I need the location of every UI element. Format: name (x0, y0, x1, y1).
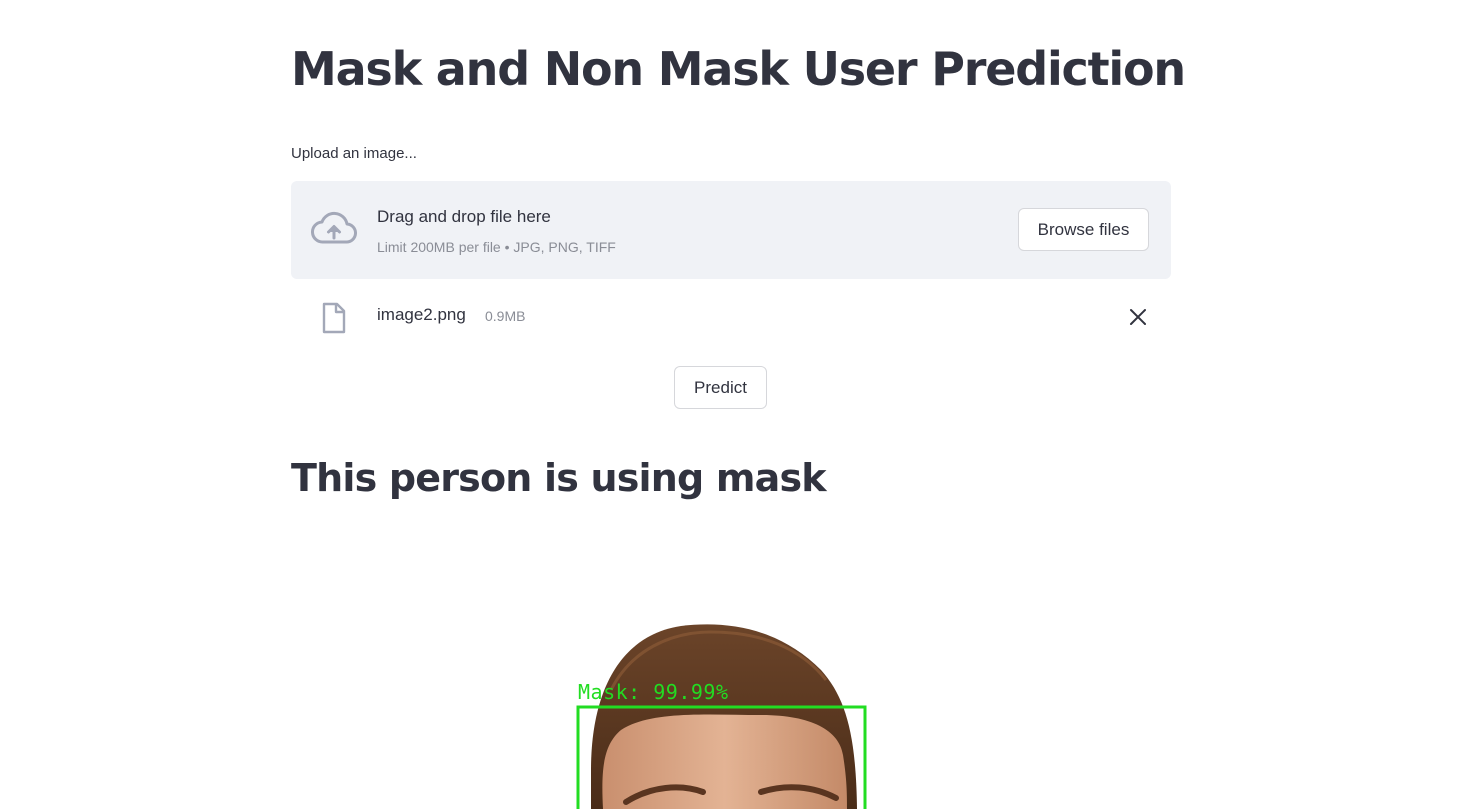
face-photo (576, 624, 867, 809)
drop-instructions: Drag and drop file here (377, 207, 551, 226)
file-icon (322, 302, 346, 334)
result-heading: This person is using mask (291, 456, 827, 500)
close-icon (1130, 309, 1146, 325)
page-title: Mask and Non Mask User Prediction (291, 42, 1186, 96)
file-name: image2.png (377, 305, 466, 324)
upload-limit-text: Limit 200MB per file • JPG, PNG, TIFF (377, 239, 616, 255)
remove-file-button[interactable] (1125, 304, 1151, 330)
predict-button[interactable]: Predict (674, 366, 767, 409)
file-size: 0.9MB (485, 308, 526, 324)
file-dropzone[interactable]: Drag and drop file here Limit 200MB per … (291, 181, 1171, 279)
detection-label: Mask: 99.99% (578, 680, 729, 704)
cloud-upload-icon (311, 211, 357, 244)
upload-label: Upload an image... (291, 145, 417, 162)
main-container: Mask and Non Mask User Prediction Upload… (291, 0, 1186, 809)
browse-files-button[interactable]: Browse files (1018, 208, 1149, 251)
uploaded-file-row: image2.png 0.9MB (291, 296, 1171, 338)
result-image: Mask: 99.99% (291, 540, 1171, 809)
